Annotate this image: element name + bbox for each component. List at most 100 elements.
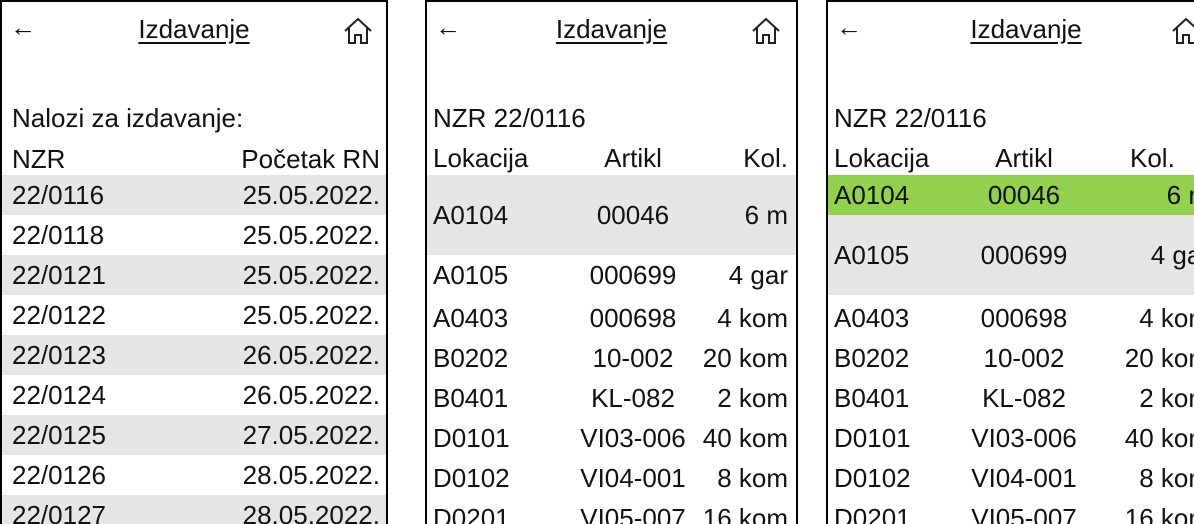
order-nzr: 22/0122 bbox=[12, 300, 106, 330]
column-header-artikl: Artikl bbox=[995, 143, 1053, 173]
order-date: 26.05.2022. bbox=[242, 340, 380, 370]
item-article: VI04-001 bbox=[971, 463, 1077, 493]
page-title: Izdavanje bbox=[970, 14, 1082, 44]
order-date: 25.05.2022. bbox=[242, 220, 380, 250]
item-row[interactable]: D0201 VI05-007 16 kom bbox=[427, 498, 796, 524]
order-nzr: 22/0126 bbox=[12, 460, 106, 490]
screen-order-items: ← Izdavanje NZR 22/0116 Lokacija Artikl … bbox=[425, 0, 798, 524]
item-article: 10-002 bbox=[592, 343, 674, 373]
item-quantity: 8 kom bbox=[1139, 463, 1194, 493]
item-location: B0202 bbox=[834, 343, 910, 373]
item-row[interactable]: D0102 VI04-001 8 kom bbox=[828, 458, 1194, 498]
item-article: VI04-001 bbox=[580, 463, 686, 493]
order-date: 28.05.2022. bbox=[242, 500, 380, 524]
item-row[interactable]: D0101 VI03-006 40 kom bbox=[828, 418, 1194, 458]
item-quantity: 40 kom bbox=[702, 423, 788, 453]
order-row[interactable]: 22/0121 25.05.2022. bbox=[2, 255, 386, 295]
item-article: 000699 bbox=[980, 240, 1068, 270]
item-row[interactable]: B0202 10-002 20 kom bbox=[427, 338, 796, 378]
item-row[interactable]: A0403 000698 4 kom bbox=[427, 298, 796, 338]
item-row[interactable]: A0403 000698 4 kom bbox=[828, 298, 1194, 338]
item-row[interactable]: D0102 VI04-001 8 kom bbox=[427, 458, 796, 498]
order-nzr: 22/0121 bbox=[12, 260, 106, 290]
item-quantity: 2 kom bbox=[717, 383, 788, 413]
item-location: D0201 bbox=[433, 503, 510, 524]
item-quantity: 6 m bbox=[1166, 180, 1194, 210]
order-nzr: 22/0127 bbox=[12, 500, 106, 524]
item-row[interactable]: A0105 000699 4 gar bbox=[828, 215, 1194, 295]
item-quantity: 16 kom bbox=[1124, 503, 1194, 524]
item-quantity: 16 kom bbox=[702, 503, 788, 524]
item-row[interactable]: A0104 00046 6 m bbox=[427, 175, 796, 255]
item-quantity: 6 m bbox=[744, 200, 788, 230]
page-title: Izdavanje bbox=[555, 14, 668, 44]
order-nzr: 22/0118 bbox=[12, 220, 105, 250]
order-nzr: 22/0124 bbox=[12, 380, 106, 410]
item-location: A0104 bbox=[834, 180, 910, 210]
item-quantity: 2 kom bbox=[1139, 383, 1194, 413]
item-article: 00046 bbox=[596, 200, 670, 230]
order-row[interactable]: 22/0124 26.05.2022. bbox=[2, 375, 386, 415]
item-quantity: 20 kom bbox=[1124, 343, 1194, 373]
item-location: A0105 bbox=[433, 260, 509, 290]
item-article: 000698 bbox=[980, 303, 1068, 333]
item-row[interactable]: D0101 VI03-006 40 kom bbox=[427, 418, 796, 458]
order-row[interactable]: 22/0125 27.05.2022. bbox=[2, 415, 386, 455]
item-row[interactable]: D0201 VI05-007 16 kom bbox=[828, 498, 1194, 524]
order-number: NZR 22/0116 bbox=[433, 103, 586, 133]
item-row-selected[interactable]: A0104 00046 6 m bbox=[828, 175, 1194, 215]
home-icon[interactable] bbox=[750, 16, 782, 46]
item-article: 00046 bbox=[987, 180, 1061, 210]
item-location: B0401 bbox=[433, 383, 509, 413]
item-article: KL-082 bbox=[982, 383, 1066, 413]
order-date: 28.05.2022. bbox=[242, 460, 380, 490]
column-header-nzr: NZR bbox=[12, 144, 66, 174]
item-quantity: 4 gar bbox=[1150, 240, 1194, 270]
order-nzr: 22/0116 bbox=[12, 180, 105, 210]
screen-order-list: ← Izdavanje Nalozi za izdavanje: NZR Poč… bbox=[0, 0, 388, 524]
item-location: A0105 bbox=[834, 240, 910, 270]
order-row[interactable]: 22/0116 25.05.2022. bbox=[2, 175, 386, 215]
item-location: A0403 bbox=[834, 303, 910, 333]
order-row[interactable]: 22/0126 28.05.2022. bbox=[2, 455, 386, 495]
item-article: VI05-007 bbox=[971, 503, 1077, 524]
item-location: D0101 bbox=[834, 423, 911, 453]
screen-order-items-selected: ← Izdavanje NZR 22/0116 Lokacija Artikl … bbox=[826, 0, 1194, 524]
item-location: A0403 bbox=[433, 303, 509, 333]
order-date: 26.05.2022. bbox=[242, 380, 380, 410]
order-row[interactable]: 22/0122 25.05.2022. bbox=[2, 295, 386, 335]
item-location: D0201 bbox=[834, 503, 911, 524]
order-number: NZR 22/0116 bbox=[834, 103, 987, 133]
order-date: 25.05.2022. bbox=[242, 260, 380, 290]
order-nzr: 22/0123 bbox=[12, 340, 106, 370]
column-header-lokacija: Lokacija bbox=[834, 143, 930, 173]
item-location: D0102 bbox=[834, 463, 911, 493]
item-row[interactable]: B0401 KL-082 2 kom bbox=[427, 378, 796, 418]
order-row[interactable]: 22/0127 28.05.2022. bbox=[2, 495, 386, 524]
header: ← Izdavanje bbox=[2, 2, 386, 72]
order-row[interactable]: 22/0118 25.05.2022. bbox=[2, 215, 386, 255]
item-quantity: 4 kom bbox=[717, 303, 788, 333]
order-nzr: 22/0125 bbox=[12, 420, 106, 450]
item-article: 000699 bbox=[589, 260, 677, 290]
item-location: A0104 bbox=[433, 200, 509, 230]
item-quantity: 4 gar bbox=[728, 260, 788, 290]
order-date: 25.05.2022. bbox=[242, 300, 380, 330]
column-header-kol: Kol. bbox=[743, 143, 788, 173]
order-date: 27.05.2022. bbox=[242, 420, 380, 450]
item-row[interactable]: A0105 000699 4 gar bbox=[427, 255, 796, 295]
home-icon[interactable] bbox=[1170, 16, 1194, 46]
item-row[interactable]: B0401 KL-082 2 kom bbox=[828, 378, 1194, 418]
item-quantity: 4 kom bbox=[1139, 303, 1194, 333]
item-article: VI03-006 bbox=[580, 423, 686, 453]
item-article: 000698 bbox=[589, 303, 677, 333]
order-date: 25.05.2022. bbox=[242, 180, 380, 210]
column-header-kol: Kol. bbox=[1130, 143, 1175, 173]
home-icon[interactable] bbox=[342, 16, 374, 46]
page-title: Izdavanje bbox=[138, 14, 250, 44]
column-header-lokacija: Lokacija bbox=[433, 143, 529, 173]
item-article: KL-082 bbox=[591, 383, 675, 413]
item-quantity: 40 kom bbox=[1124, 423, 1194, 453]
order-row[interactable]: 22/0123 26.05.2022. bbox=[2, 335, 386, 375]
item-row[interactable]: B0202 10-002 20 kom bbox=[828, 338, 1194, 378]
